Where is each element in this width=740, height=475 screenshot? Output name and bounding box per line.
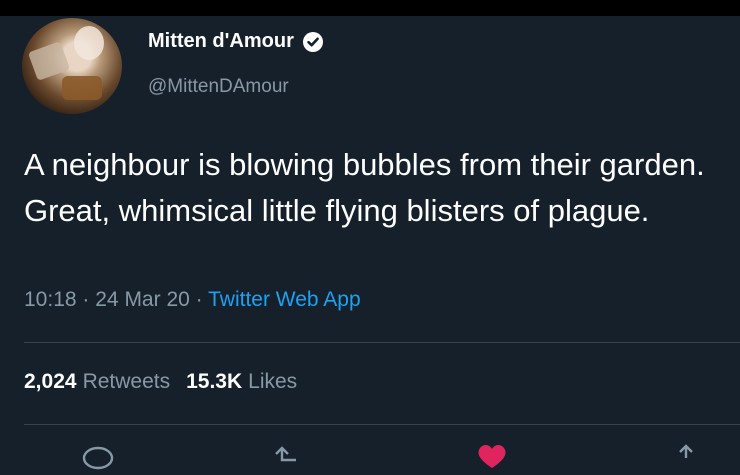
tweet-source-link[interactable]: Twitter Web App bbox=[208, 288, 361, 311]
likes-count: 15.3K bbox=[186, 370, 243, 393]
retweets-stat[interactable]: 2,024 Retweets bbox=[24, 370, 170, 394]
user-name-row[interactable]: Mitten d'Amour bbox=[148, 30, 324, 53]
display-name[interactable]: Mitten d'Amour bbox=[148, 30, 294, 53]
divider bbox=[24, 342, 740, 343]
meta-separator: · bbox=[82, 288, 90, 311]
tweet-actions bbox=[0, 440, 740, 470]
likes-label: Likes bbox=[248, 370, 298, 393]
tweet-stats: 2,024 Retweets 15.3K Likes bbox=[24, 370, 297, 394]
avatar[interactable] bbox=[22, 18, 122, 114]
verified-badge-icon bbox=[302, 31, 324, 53]
reply-icon[interactable] bbox=[78, 440, 118, 470]
tweet-time[interactable]: 10:18 bbox=[24, 288, 77, 311]
tweet-text: A neighbour is blowing bubbles from thei… bbox=[24, 147, 705, 228]
avatar-detail bbox=[27, 41, 71, 81]
status-bar bbox=[0, 0, 740, 16]
user-handle[interactable]: @MittenDAmour bbox=[148, 76, 289, 98]
share-icon[interactable] bbox=[666, 440, 706, 470]
like-icon[interactable] bbox=[472, 440, 512, 470]
divider bbox=[24, 424, 740, 425]
likes-stat[interactable]: 15.3K Likes bbox=[186, 370, 297, 394]
retweet-icon[interactable] bbox=[268, 440, 308, 470]
avatar-detail bbox=[74, 26, 104, 60]
tweet-meta: 10:18 · 24 Mar 20 · Twitter Web App bbox=[24, 288, 361, 312]
meta-separator: · bbox=[195, 288, 203, 311]
retweets-count: 2,024 bbox=[24, 370, 77, 393]
retweets-label: Retweets bbox=[82, 370, 171, 393]
avatar-detail bbox=[62, 76, 102, 100]
tweet-date[interactable]: 24 Mar 20 bbox=[95, 288, 190, 311]
